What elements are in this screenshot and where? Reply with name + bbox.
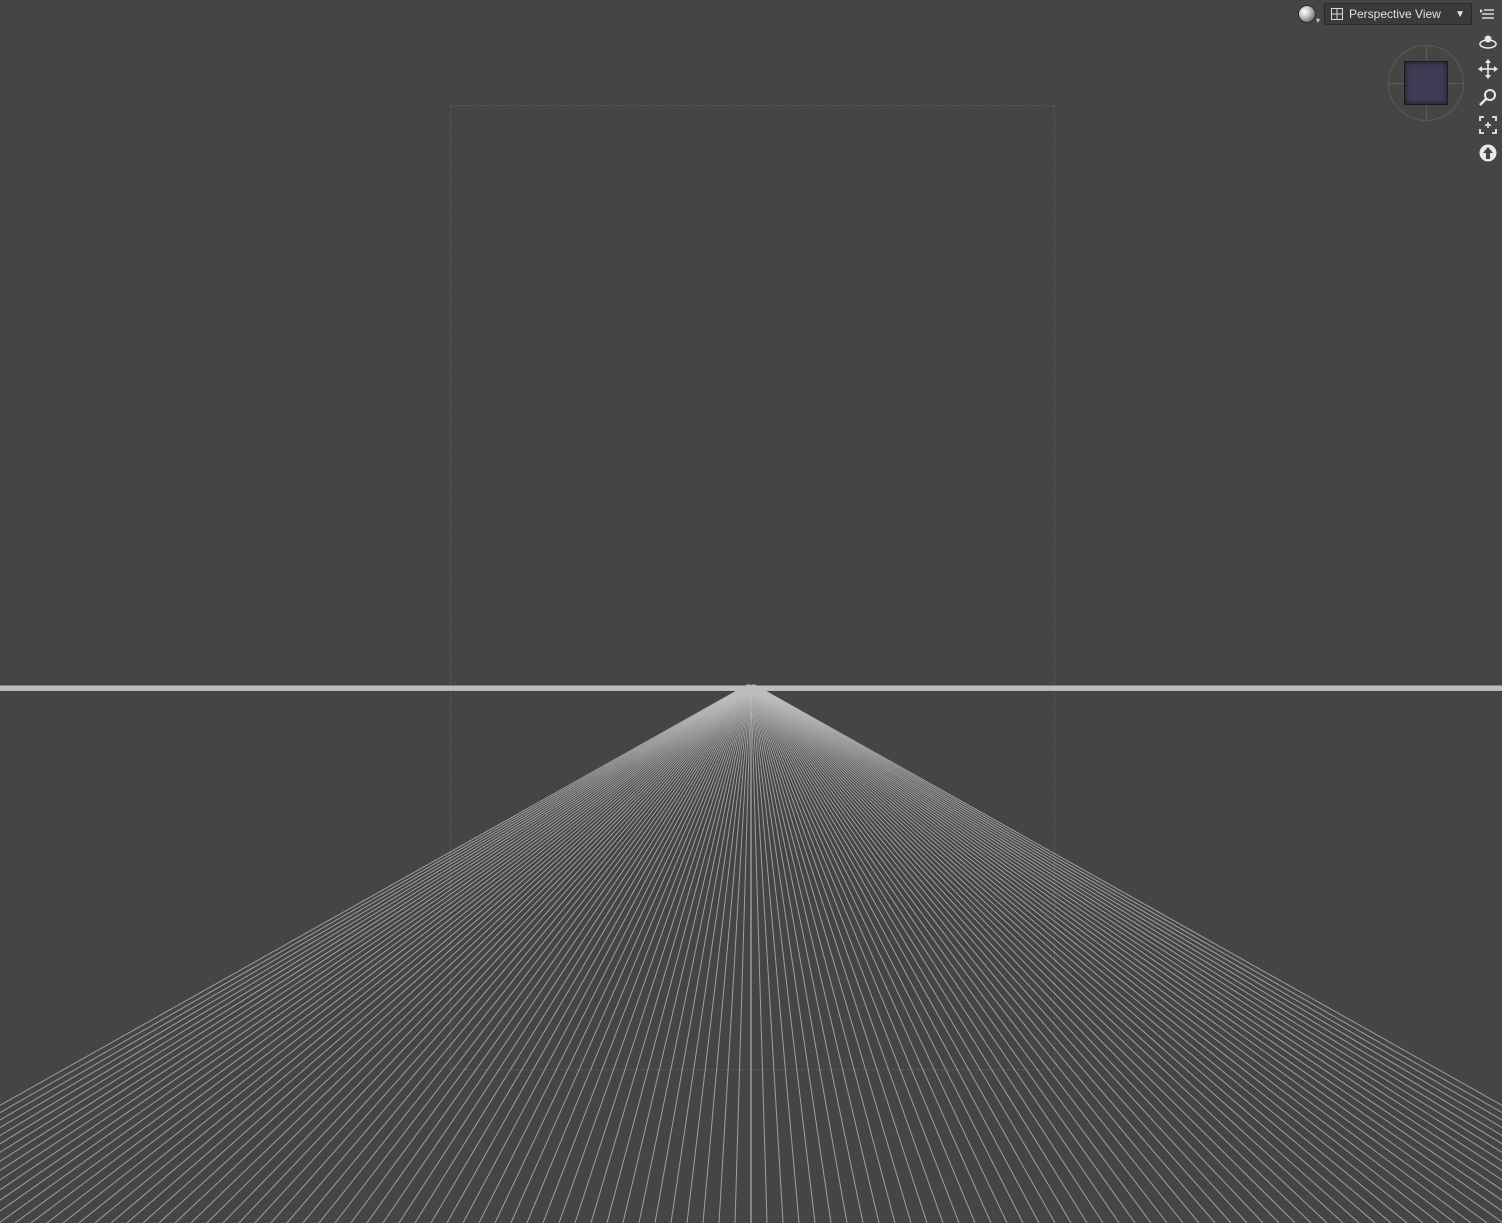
- aim-camera-icon: [1479, 144, 1497, 162]
- view-layout-icon: [1331, 8, 1343, 20]
- orbit-camera-icon: [1479, 35, 1497, 49]
- viewport-toolbar: ▾ Perspective View ▼: [1294, 1, 1502, 27]
- shading-mode-button[interactable]: ▾: [1294, 2, 1320, 26]
- viewport-menu-icon: [1480, 9, 1494, 19]
- view-select-dropdown[interactable]: Perspective View ▼: [1324, 3, 1472, 25]
- navigation-cube-icon[interactable]: [1404, 61, 1448, 105]
- scene-figure-placeholder[interactable]: [450, 105, 1055, 1070]
- chevron-down-icon: ▼: [1455, 8, 1465, 20]
- frame-selection-icon: [1479, 116, 1497, 134]
- zoom-camera-icon: [1479, 89, 1496, 106]
- viewport-canvas[interactable]: [0, 0, 1502, 1223]
- pan-camera-button[interactable]: [1477, 58, 1499, 80]
- viewport-menu-button[interactable]: [1476, 2, 1498, 26]
- view-select-label: Perspective View: [1349, 7, 1441, 21]
- shading-sphere-icon: [1298, 5, 1316, 23]
- frame-selection-button[interactable]: [1477, 114, 1499, 136]
- chevron-down-icon: ▾: [1315, 16, 1320, 25]
- orbit-camera-button[interactable]: [1477, 30, 1499, 52]
- camera-tools: [1476, 30, 1500, 164]
- pan-camera-icon: [1478, 59, 1498, 79]
- zoom-camera-button[interactable]: [1477, 86, 1499, 108]
- aim-camera-button[interactable]: [1477, 142, 1499, 164]
- navigation-cube[interactable]: [1388, 45, 1464, 121]
